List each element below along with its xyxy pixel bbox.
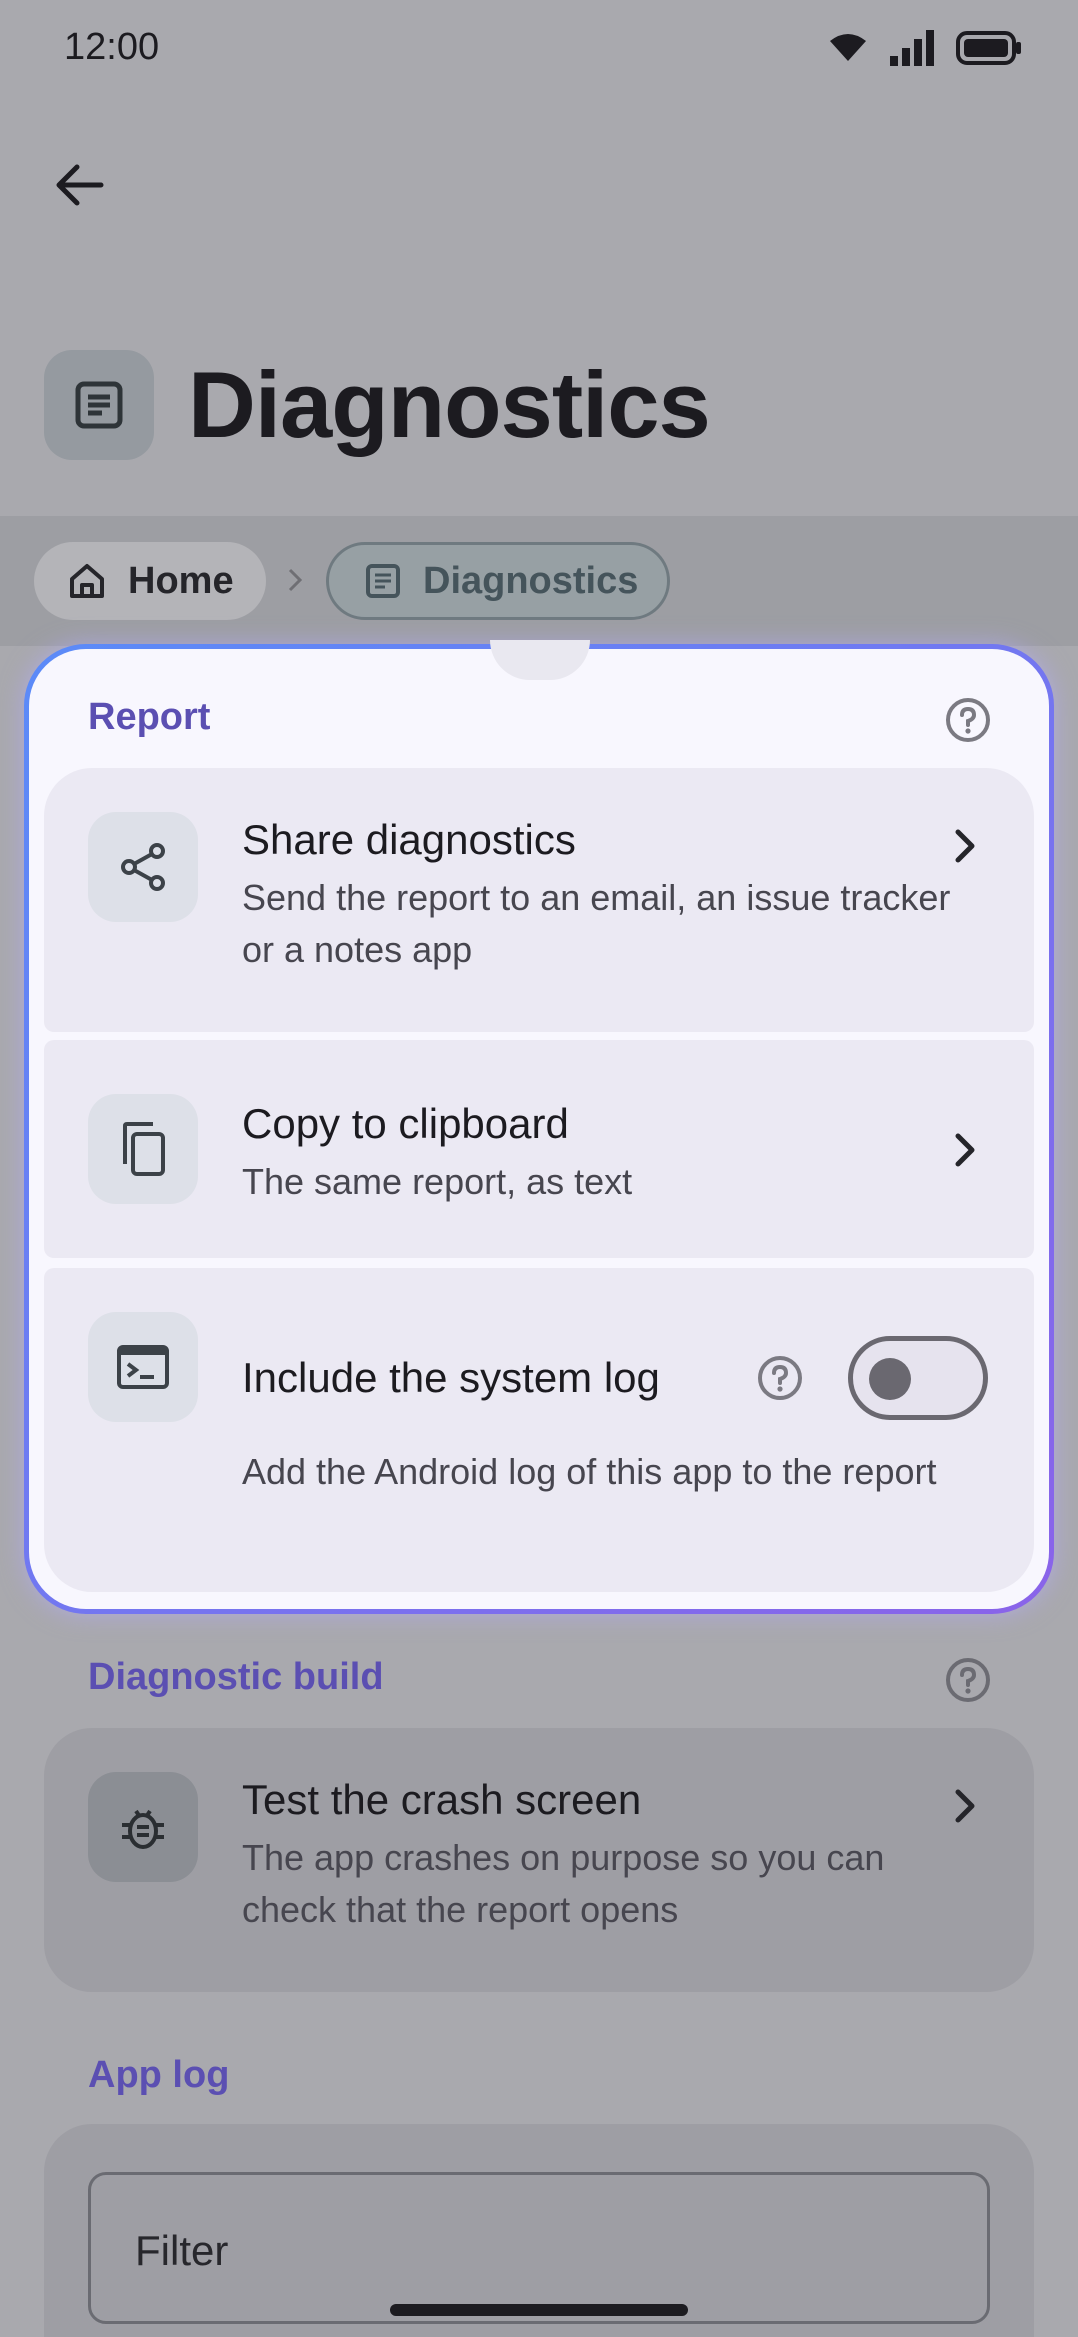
row-title: Test the crash screen — [242, 1776, 642, 1823]
filter-input[interactable]: Filter — [88, 2172, 990, 2324]
copy-icon — [88, 1094, 198, 1204]
row-subtitle: The app crashes on purpose so you can ch… — [242, 1837, 885, 1930]
section-title-diagnostic-build: Diagnostic build — [88, 1656, 384, 1698]
help-icon[interactable] — [944, 1656, 992, 1704]
chevron-right-icon — [288, 568, 303, 592]
breadcrumb-home-label: Home — [128, 559, 234, 602]
wifi-icon — [830, 34, 866, 61]
back-button[interactable] — [44, 150, 114, 220]
breadcrumb-current[interactable]: Diagnostics — [326, 542, 670, 620]
test-crash-screen-row[interactable]: Test the crash screen The app crashes on… — [44, 1728, 1034, 1992]
share-icon — [88, 812, 198, 922]
breadcrumb-current-label: Diagnostics — [423, 559, 639, 602]
toggle-knob — [869, 1358, 911, 1400]
help-icon[interactable] — [944, 696, 992, 744]
chevron-right-icon — [955, 1789, 975, 1823]
battery-icon — [956, 31, 1021, 65]
row-title: Share diagnostics — [242, 816, 576, 863]
section-title-app-log: App log — [88, 2054, 230, 2096]
title-row: Diagnostics — [44, 350, 711, 460]
row-subtitle: The same report, as text — [242, 1161, 633, 1202]
signal-icon — [890, 30, 934, 66]
terminal-icon — [88, 1312, 198, 1422]
include-system-log-row: Include the system log Add the Android l… — [44, 1268, 1034, 1592]
system-log-toggle[interactable] — [848, 1336, 988, 1420]
bug-icon — [88, 1772, 198, 1882]
status-time: 12:00 — [64, 26, 160, 68]
home-icon — [70, 564, 104, 598]
section-title-report: Report — [88, 696, 211, 738]
home-indicator[interactable] — [390, 2304, 688, 2316]
chevron-right-icon — [955, 829, 975, 863]
breadcrumb-home[interactable]: Home — [34, 542, 266, 620]
share-diagnostics-row[interactable]: Share diagnostics Send the report to an … — [44, 768, 1034, 1032]
arrow-back-icon — [56, 164, 104, 206]
row-title: Include the system log — [242, 1354, 660, 1401]
document-icon — [366, 564, 400, 598]
document-icon — [44, 350, 154, 460]
status-bar: 12:00 — [0, 0, 1078, 100]
status-icons — [828, 30, 1022, 66]
help-icon[interactable] — [756, 1354, 804, 1402]
page-title: Diagnostics — [188, 352, 711, 457]
row-subtitle: Add the Android log of this app to the r… — [242, 1451, 937, 1492]
copy-to-clipboard-row[interactable]: Copy to clipboard The same report, as te… — [44, 1040, 1034, 1258]
chevron-right-icon — [955, 1133, 975, 1167]
row-subtitle: Send the report to an email, an issue tr… — [242, 877, 951, 970]
row-title: Copy to clipboard — [242, 1100, 569, 1147]
